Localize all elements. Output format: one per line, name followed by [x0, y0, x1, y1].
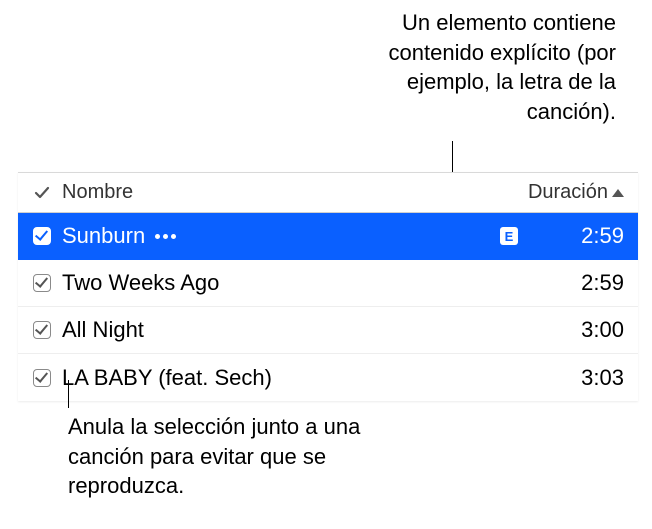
row-checkbox-cell	[26, 274, 58, 292]
row-name-cell: Sunburn E	[58, 223, 524, 249]
table-row[interactable]: Sunburn E 2:59	[18, 213, 638, 260]
song-duration: 2:59	[524, 223, 624, 249]
row-checkbox[interactable]	[33, 227, 51, 245]
songs-table: Nombre Duración Sunburn E 2:59	[18, 172, 638, 401]
sort-ascending-icon	[612, 189, 624, 197]
column-header-check[interactable]	[26, 184, 58, 202]
checkmark-icon	[33, 184, 51, 202]
row-name-cell: LA BABY (feat. Sech)	[58, 365, 524, 391]
explicit-badge: E	[500, 227, 518, 245]
song-title: Two Weeks Ago	[62, 270, 219, 296]
row-checkbox-cell	[26, 369, 58, 387]
song-title: LA BABY (feat. Sech)	[62, 365, 272, 391]
table-row[interactable]: Two Weeks Ago 2:59	[18, 260, 638, 307]
song-duration: 2:59	[524, 270, 624, 296]
row-checkbox[interactable]	[33, 274, 51, 292]
row-name-cell: Two Weeks Ago	[58, 270, 524, 296]
callout-leader-line	[68, 380, 69, 408]
column-header-duration-label: Duración	[528, 181, 608, 204]
row-checkbox[interactable]	[33, 321, 51, 339]
song-title: Sunburn	[62, 223, 145, 249]
callout-explicit: Un elemento contiene contenido explícito…	[356, 8, 616, 127]
more-options-icon[interactable]	[155, 234, 176, 239]
column-header-duration[interactable]: Duración	[524, 181, 624, 204]
column-header-name[interactable]: Nombre	[58, 181, 524, 204]
song-title: All Night	[62, 317, 144, 343]
table-row[interactable]: All Night 3:00	[18, 307, 638, 354]
row-name-cell: All Night	[58, 317, 524, 343]
table-header-row: Nombre Duración	[18, 173, 638, 213]
column-header-name-label: Nombre	[62, 181, 133, 204]
callout-checkbox: Anula la selección junto a una canción p…	[68, 412, 368, 501]
song-duration: 3:00	[524, 317, 624, 343]
row-checkbox-cell	[26, 227, 58, 245]
row-checkbox-cell	[26, 321, 58, 339]
table-row[interactable]: LA BABY (feat. Sech) 3:03	[18, 354, 638, 401]
song-duration: 3:03	[524, 365, 624, 391]
row-checkbox[interactable]	[33, 369, 51, 387]
